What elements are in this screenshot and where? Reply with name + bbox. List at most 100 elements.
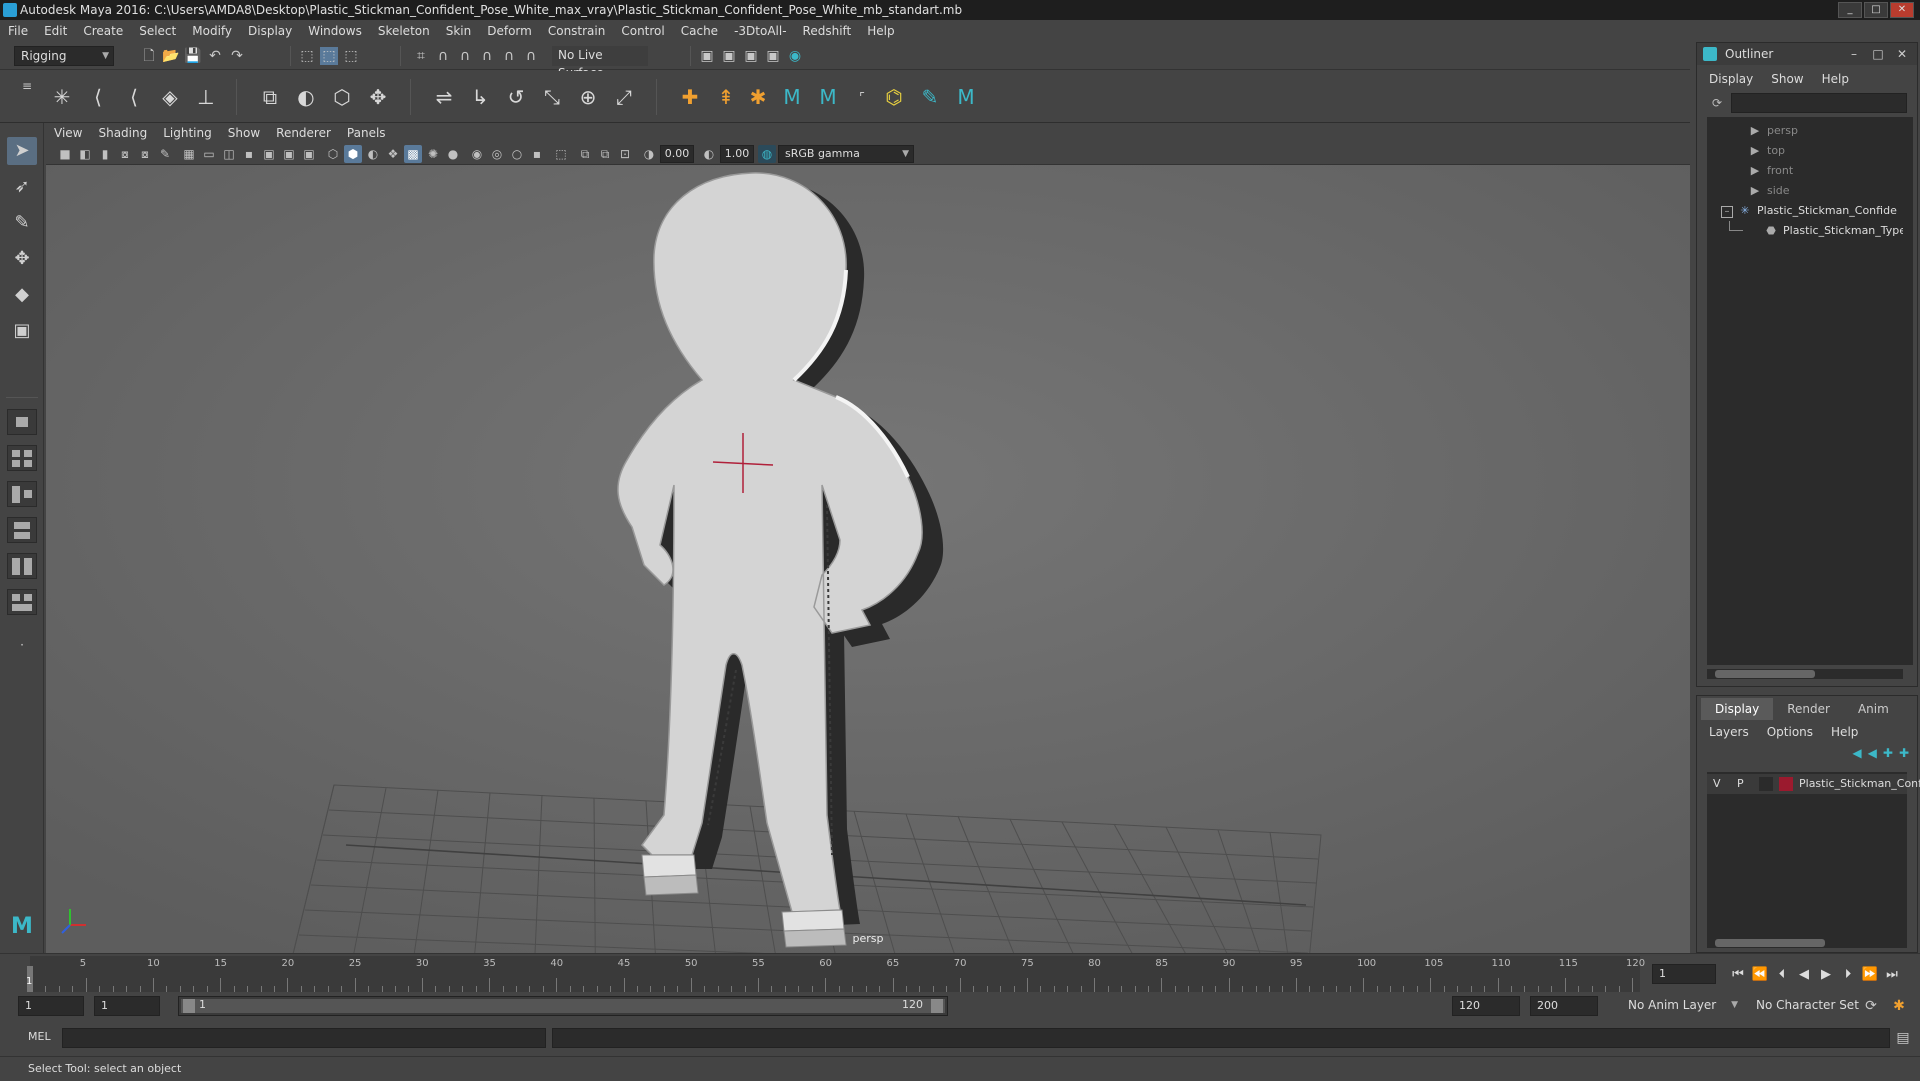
maya-m-icon-1[interactable]: M	[778, 83, 806, 111]
select-hierarchy-icon[interactable]: ⬚	[298, 47, 316, 65]
joint-tool-icon[interactable]: ✳	[48, 83, 76, 111]
field-chart-icon[interactable]: ▣	[260, 145, 278, 163]
character-controls-icon[interactable]: ✱	[744, 83, 772, 111]
select-tool-icon[interactable]: ➤	[7, 137, 37, 165]
vp-menu-shading[interactable]: Shading	[98, 126, 147, 140]
menu-windows[interactable]: Windows	[308, 24, 362, 38]
maya-m-icon-3[interactable]: M	[952, 83, 980, 111]
redo-icon[interactable]: ↷	[228, 47, 246, 65]
xray-active-icon[interactable]: ⧉	[596, 145, 614, 163]
textured-icon[interactable]: ▩	[404, 145, 422, 163]
scale-tool-icon[interactable]: ▣	[7, 317, 37, 345]
insert-joint-icon[interactable]: ◈	[156, 83, 184, 111]
outliner-hscroll[interactable]	[1707, 669, 1903, 679]
snap-surface-icon[interactable]: ∩	[500, 47, 518, 65]
move-tool-icon[interactable]: ✥	[7, 245, 37, 273]
hypershade-icon[interactable]: ◉	[786, 47, 804, 65]
perspective-viewport[interactable]: persp	[46, 165, 1690, 953]
paint-select-icon[interactable]: ✎	[7, 209, 37, 237]
outliner-item-side[interactable]: ▶ side	[1747, 181, 1790, 201]
new-layer-selected-icon[interactable]: ✚	[1883, 746, 1893, 760]
animation-start-field[interactable]: 1	[18, 996, 84, 1016]
exposure-field[interactable]: 0.00	[660, 145, 694, 163]
layer-visibility-toggle[interactable]: V	[1713, 774, 1721, 794]
use-lights-icon[interactable]: ✺	[424, 145, 442, 163]
more-layouts-icon[interactable]: ·	[7, 631, 37, 659]
auto-key-icon[interactable]: ⟳	[1862, 997, 1880, 1015]
tab-display[interactable]: Display	[1701, 698, 1774, 720]
time-slider[interactable]: 1 5 10 15 20 25 30 35 40 45 50 55 60 65 70 75 80 85 90 95 1…	[0, 953, 1920, 993]
backface-icon[interactable]: ⊡	[616, 145, 634, 163]
render-frame-icon[interactable]: ▣	[720, 47, 738, 65]
vp-menu-lighting[interactable]: Lighting	[163, 126, 212, 140]
menu-control[interactable]: Control	[621, 24, 664, 38]
gate-mask-icon[interactable]: ▪	[240, 145, 258, 163]
new-layer-icon[interactable]: ✚	[1899, 746, 1909, 760]
outliner-close-button[interactable]: ✕	[1891, 45, 1913, 63]
select-object-icon[interactable]: ⬚	[320, 47, 338, 65]
vp-menu-show[interactable]: Show	[228, 126, 260, 140]
bookmark-icon[interactable]: ▮	[96, 145, 114, 163]
outliner-item-front[interactable]: ▶ front	[1747, 161, 1793, 181]
maya-m-icon-2[interactable]: M	[814, 83, 842, 111]
time-ruler[interactable]: 1 5 10 15 20 25 30 35 40 45 50 55 60 65 70 75 80 85 90 95 1…	[26, 956, 1645, 992]
safe-title-icon[interactable]: ▣	[300, 145, 318, 163]
wireframe-icon[interactable]: ⬡	[324, 145, 342, 163]
corner-icon[interactable]: ⌜	[848, 83, 876, 111]
layers-hscroll[interactable]	[1707, 938, 1907, 948]
xray-joints-icon[interactable]: ⧉	[576, 145, 594, 163]
range-start-handle[interactable]	[183, 999, 195, 1013]
motion-blur-icon[interactable]: ◎	[488, 145, 506, 163]
go-to-start-icon[interactable]: ⏮	[1728, 966, 1748, 984]
bind-skin-icon[interactable]: ⧉	[256, 83, 284, 111]
menu-skin[interactable]: Skin	[446, 24, 472, 38]
playback-start-field[interactable]: 1	[94, 996, 160, 1016]
outliner-vscroll[interactable]	[1903, 117, 1913, 665]
play-backward-icon[interactable]: ◀	[1794, 966, 1814, 984]
minimize-button[interactable]: _	[1838, 2, 1862, 18]
outliner-menu-help[interactable]: Help	[1822, 72, 1849, 86]
rotate-tool-icon[interactable]: ◆	[7, 281, 37, 309]
menu-create[interactable]: Create	[83, 24, 123, 38]
character-set-dropdown[interactable]: No Character Set	[1750, 996, 1870, 1016]
locator-icon[interactable]: ✚	[676, 83, 704, 111]
layer-playback-toggle[interactable]: P	[1737, 774, 1744, 794]
four-view-layout-button[interactable]	[7, 445, 37, 471]
outliner-search-input[interactable]	[1731, 93, 1907, 113]
menu-constrain[interactable]: Constrain	[548, 24, 606, 38]
open-scene-icon[interactable]: 📂	[162, 47, 180, 65]
depth-of-field-icon[interactable]: ▪	[528, 145, 546, 163]
exposure-icon[interactable]: ◑	[640, 145, 658, 163]
view-transform-dropdown[interactable]: sRGB gamma ▼	[778, 145, 914, 163]
menu-set-dropdown[interactable]: Rigging ▼	[14, 46, 114, 66]
refresh-icon[interactable]: ⟳	[1707, 93, 1727, 113]
lasso-tool-icon[interactable]: ➶	[7, 173, 37, 201]
wireframe-on-shaded-icon[interactable]: ◐	[364, 145, 382, 163]
isolate-select-icon[interactable]: ⬚	[552, 145, 570, 163]
command-input[interactable]	[62, 1028, 546, 1048]
camera-select-icon[interactable]: ■	[56, 145, 74, 163]
menu-redshift[interactable]: Redshift	[803, 24, 852, 38]
single-view-layout-button[interactable]	[7, 409, 37, 435]
outliner-maximize-button[interactable]: □	[1867, 45, 1889, 63]
vp-menu-renderer[interactable]: Renderer	[276, 126, 331, 140]
set-key-icon[interactable]: ⌬	[880, 83, 908, 111]
gamma-field[interactable]: 1.00	[720, 145, 754, 163]
ik-spline-icon[interactable]: ⟨	[120, 83, 148, 111]
play-forward-icon[interactable]: ▶	[1816, 966, 1836, 984]
anim-layer-dropdown[interactable]: No Anim Layer ▼	[1622, 996, 1742, 1016]
render-view-icon[interactable]: ▣	[698, 47, 716, 65]
snap-grid-icon[interactable]: ⌗	[412, 47, 430, 65]
lattice-icon[interactable]: ⬡	[328, 83, 356, 111]
step-forward-key-icon[interactable]: ⏵	[1838, 966, 1858, 984]
film-gate-icon[interactable]: ▭	[200, 145, 218, 163]
menu-select[interactable]: Select	[139, 24, 176, 38]
layers-menu-options[interactable]: Options	[1767, 725, 1813, 739]
outliner-item-top[interactable]: ▶ top	[1747, 141, 1785, 161]
menu-help[interactable]: Help	[867, 24, 894, 38]
snap-live-icon[interactable]: ∩	[522, 47, 540, 65]
graph-layout-button[interactable]	[7, 553, 37, 579]
outliner-item-stickman-mesh[interactable]: ⬣ Plastic_Stickman_Type	[1763, 221, 1906, 241]
layer-reference-toggle[interactable]	[1759, 777, 1773, 791]
outliner-layout-button[interactable]	[7, 589, 37, 615]
